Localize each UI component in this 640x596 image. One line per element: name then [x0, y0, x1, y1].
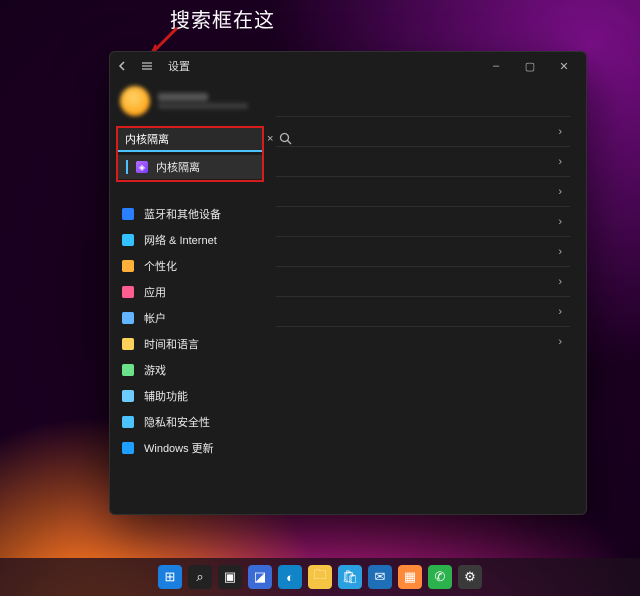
search-suggestion[interactable]: ◈ 内核隔离: [116, 155, 264, 179]
sidebar-item-label: 时间和语言: [144, 336, 199, 352]
taskbar-mail[interactable]: ✉: [368, 565, 392, 589]
sidebar-item-update[interactable]: Windows 更新: [110, 435, 270, 461]
apps-icon: [122, 286, 134, 298]
settings-window: 设置 – ▢ ✕: [109, 51, 587, 515]
settings-row[interactable]: ›: [276, 236, 570, 266]
desktop-wallpaper: 搜索框在这 设置 – ▢ ✕: [0, 0, 640, 596]
sidebar-item-time[interactable]: 时间和语言: [110, 331, 270, 357]
titlebar: 设置 – ▢ ✕: [110, 52, 586, 80]
settings-row[interactable]: ›: [276, 266, 570, 296]
chevron-right-icon: ›: [558, 276, 562, 288]
personal-icon: [122, 260, 134, 272]
sidebar-item-apps[interactable]: 应用: [110, 279, 270, 305]
taskbar-start[interactable]: ⊞: [158, 565, 182, 589]
content-panel: › › › › › › › ›: [270, 80, 586, 514]
clear-search-button[interactable]: ×: [267, 133, 273, 145]
hamburger-icon[interactable]: [140, 59, 154, 73]
search-input[interactable]: [125, 133, 267, 145]
search-box[interactable]: ×: [116, 126, 264, 152]
sidebar-item-personal[interactable]: 个性化: [110, 253, 270, 279]
bluetooth-icon: [122, 208, 134, 220]
chevron-right-icon: ›: [558, 216, 562, 228]
privacy-icon: [122, 416, 134, 428]
minimize-button[interactable]: –: [480, 54, 512, 78]
taskbar-store[interactable]: 🛍: [338, 565, 362, 589]
search-icon[interactable]: [279, 132, 292, 146]
back-button[interactable]: [116, 59, 130, 73]
chevron-right-icon: ›: [558, 126, 562, 138]
sidebar-item-label: 应用: [144, 284, 166, 300]
time-icon: [122, 338, 134, 350]
sidebar: × ◈ 内核隔离 蓝牙和其他设备网络 & Internet 个性化应用帐户时间和语…: [110, 80, 270, 514]
gaming-icon: [122, 364, 134, 376]
sidebar-item-network[interactable]: 网络 & Internet: [110, 227, 270, 253]
settings-row[interactable]: ›: [276, 206, 570, 236]
update-icon: [122, 442, 134, 454]
chevron-right-icon: ›: [558, 186, 562, 198]
sidebar-item-access[interactable]: 辅助功能: [110, 383, 270, 409]
taskbar-wechat[interactable]: ✆: [428, 565, 452, 589]
chevron-right-icon: ›: [558, 336, 562, 348]
sidebar-item-privacy[interactable]: 隐私和安全性: [110, 409, 270, 435]
sidebar-item-label: 辅助功能: [144, 388, 188, 404]
avatar: [120, 86, 150, 116]
core-isolation-icon: ◈: [136, 161, 148, 173]
profile-text: [158, 93, 248, 109]
sidebar-item-label: 蓝牙和其他设备: [144, 206, 221, 222]
profile-block[interactable]: [110, 82, 270, 124]
window-title: 设置: [168, 58, 190, 74]
sidebar-item-label: Windows 更新: [144, 440, 214, 456]
settings-row[interactable]: ›: [276, 296, 570, 326]
chevron-right-icon: ›: [558, 306, 562, 318]
taskbar-calendar[interactable]: ▦: [398, 565, 422, 589]
taskbar-taskview[interactable]: ▣: [218, 565, 242, 589]
close-button[interactable]: ✕: [548, 54, 580, 78]
network-icon: [122, 234, 134, 246]
annotation-label: 搜索框在这: [170, 4, 275, 33]
search-suggestion-label: 内核隔离: [156, 159, 200, 175]
sidebar-item-accounts[interactable]: 帐户: [110, 305, 270, 331]
nav-list: 蓝牙和其他设备网络 & Internet 个性化应用帐户时间和语言游戏辅助功能隐私…: [110, 201, 270, 461]
sidebar-item-label: 网络 & Internet: [144, 232, 217, 248]
taskbar-edge[interactable]: ◐: [278, 565, 302, 589]
settings-row[interactable]: ›: [276, 326, 570, 356]
settings-row[interactable]: ›: [276, 146, 570, 176]
sidebar-item-bluetooth[interactable]: 蓝牙和其他设备: [110, 201, 270, 227]
sidebar-item-label: 个性化: [144, 258, 177, 274]
access-icon: [122, 390, 134, 402]
taskbar-search[interactable]: ⌕: [188, 565, 212, 589]
taskbar-settings[interactable]: ⚙: [458, 565, 482, 589]
sidebar-item-gaming[interactable]: 游戏: [110, 357, 270, 383]
chevron-right-icon: ›: [558, 156, 562, 168]
selection-indicator: [126, 160, 128, 174]
sidebar-item-label: 游戏: [144, 362, 166, 378]
settings-row[interactable]: ›: [276, 176, 570, 206]
taskbar-widgets[interactable]: ◪: [248, 565, 272, 589]
sidebar-item-label: 隐私和安全性: [144, 414, 210, 430]
maximize-button[interactable]: ▢: [514, 54, 546, 78]
sidebar-item-label: 帐户: [144, 310, 166, 326]
accounts-icon: [122, 312, 134, 324]
settings-row[interactable]: ›: [276, 116, 570, 146]
chevron-right-icon: ›: [558, 246, 562, 258]
taskbar: ⊞⌕▣◪◐🗀🛍✉▦✆⚙: [0, 558, 640, 596]
taskbar-explorer[interactable]: 🗀: [308, 565, 332, 589]
